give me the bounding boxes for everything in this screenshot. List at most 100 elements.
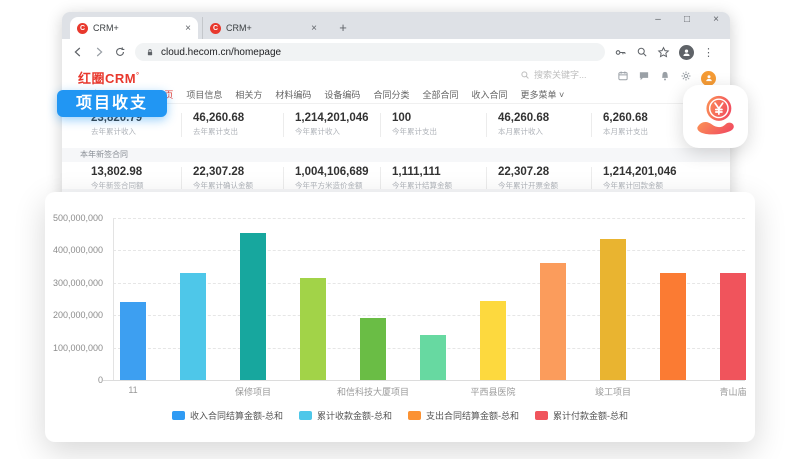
nav-item-2[interactable]: 项目信息: [186, 88, 222, 101]
legend-label: 支出合同结算金额-总和: [426, 409, 519, 422]
nav-item-3[interactable]: 相关方: [235, 88, 262, 101]
stat-divider: [591, 113, 592, 137]
gear-icon[interactable]: [680, 69, 692, 87]
bar-9[interactable]: [600, 239, 626, 380]
stat-value: 13,802.98: [91, 166, 191, 178]
legend-chip: [408, 411, 421, 420]
chart-legend: 收入合同结算金额-总和 累计收款金额-总和 支出合同结算金额-总和 累计付款金额-总和: [45, 409, 755, 422]
minimize-button[interactable]: –: [652, 14, 664, 25]
bell-icon[interactable]: [659, 69, 671, 87]
bar-5[interactable]: [360, 318, 386, 380]
bar-4[interactable]: [300, 278, 326, 380]
chrome-menu-icon[interactable]: ⋮: [703, 46, 714, 59]
tab-close-icon[interactable]: ×: [181, 23, 191, 34]
stat-divider: [181, 167, 182, 191]
screenshot-canvas: C CRM+ × C CRM+ × + – □ ×: [0, 0, 792, 459]
y-axis-tick-label: 300,000,000: [45, 278, 103, 288]
x-axis-category-label: 青山庙: [673, 385, 792, 398]
gridline: [113, 315, 745, 316]
legend-item-2[interactable]: 累计收款金额-总和: [299, 409, 392, 422]
bookmark-star-icon[interactable]: [657, 46, 670, 59]
window-controls: – □ ×: [652, 14, 722, 25]
message-icon[interactable]: [638, 69, 650, 87]
x-axis-category-label: 11: [73, 385, 193, 395]
maximize-button[interactable]: □: [681, 14, 693, 25]
stat-label: 去年累计收入: [91, 126, 191, 137]
nav-item-9[interactable]: 更多菜单 ˅: [520, 88, 564, 101]
y-axis-tick-label: 200,000,000: [45, 310, 103, 320]
x-axis-category-label: 平西县医院: [433, 385, 553, 398]
crm-nav-items: 首页项目信息相关方材料编码设备编码合同分类全部合同收入合同更多菜单 ˅: [155, 88, 564, 101]
legend-item-4[interactable]: 累计付款金额-总和: [535, 409, 628, 422]
stat-stats-row1-5: 46,260.68本月累计收入: [498, 112, 598, 137]
key-icon[interactable]: [614, 46, 627, 59]
chart-card: 0100,000,000200,000,000300,000,000400,00…: [45, 192, 755, 442]
browser-tab-1[interactable]: C CRM+ ×: [70, 17, 198, 39]
back-icon[interactable]: [72, 46, 84, 58]
stat-divider: [380, 113, 381, 137]
bar-2[interactable]: [180, 273, 206, 380]
stat-stats-row2-2: 22,307.28今年累计确认金额: [193, 166, 293, 191]
refresh-icon[interactable]: [114, 46, 126, 58]
nav-item-5[interactable]: 设备编码: [324, 88, 360, 101]
new-tab-button[interactable]: +: [334, 19, 352, 37]
stat-label: 今年累计支出: [392, 126, 492, 137]
stat-value: 1,214,201,046: [603, 166, 703, 178]
calendar-icon[interactable]: [617, 69, 629, 87]
crm-logo: 红圈CRM°: [78, 68, 139, 87]
income-expense-fab[interactable]: [683, 85, 748, 148]
bar-6[interactable]: [420, 335, 446, 380]
y-axis-tick-label: 500,000,000: [45, 213, 103, 223]
stat-label: 去年累计支出: [193, 126, 293, 137]
yuan-hand-icon: [693, 94, 739, 140]
stat-stats-row1-2: 46,260.68 去年累计支出: [193, 112, 293, 137]
gridline: [113, 250, 745, 251]
address-bar[interactable]: cloud.hecom.cn/homepage: [135, 43, 605, 61]
stat-divider: [486, 167, 487, 191]
stat-stats-row2-1: 13,802.98今年新签合同额: [91, 166, 191, 191]
gridline: [113, 283, 745, 284]
x-axis-category-label: 和信科技大厦项目: [313, 385, 433, 398]
chrome-profile-avatar[interactable]: [679, 45, 694, 60]
nav-item-8[interactable]: 收入合同: [471, 88, 507, 101]
x-axis-category-label: 竣工项目: [553, 385, 673, 398]
stat-stats-row2-6: 1,214,201,046今年累计回款金额: [603, 166, 703, 191]
tab-strip: C CRM+ × C CRM+ × + – □ ×: [62, 12, 730, 39]
bar-7[interactable]: [480, 301, 506, 380]
url-text: cloud.hecom.cn/homepage: [161, 47, 281, 58]
stat-value: 100: [392, 112, 492, 124]
legend-chip: [535, 411, 548, 420]
stat-stats-row2-5: 22,307.28今年累计开票金额: [498, 166, 598, 191]
browser-tab-2[interactable]: C CRM+ ×: [202, 17, 324, 39]
gridline: [113, 218, 745, 219]
close-button[interactable]: ×: [710, 14, 722, 25]
x-axis-line: [103, 380, 745, 381]
y-axis-tick-label: 0: [45, 375, 103, 385]
address-row: cloud.hecom.cn/homepage ⋮: [62, 39, 730, 65]
stat-divider: [283, 113, 284, 137]
stat-label: 本月累计收入: [498, 126, 598, 137]
legend-item-1[interactable]: 收入合同结算金额-总和: [172, 409, 283, 422]
tab-close-icon[interactable]: ×: [307, 23, 317, 34]
bar-3[interactable]: [240, 233, 266, 380]
section-band: 本年新签合同: [62, 148, 730, 162]
stat-value: 46,260.68: [193, 112, 293, 124]
tab-title: CRM+: [226, 23, 302, 33]
y-axis-tick-label: 100,000,000: [45, 343, 103, 353]
crm-favicon-icon: C: [77, 23, 88, 34]
bar-1[interactable]: [120, 302, 146, 380]
nav-item-7[interactable]: 全部合同: [422, 88, 458, 101]
bar-10[interactable]: [660, 273, 686, 380]
feature-badge: 项目收支: [57, 90, 167, 117]
bar-8[interactable]: [540, 263, 566, 380]
stat-stats-row1-4: 100 今年累计支出: [392, 112, 492, 137]
nav-item-6[interactable]: 合同分类: [373, 88, 409, 101]
user-avatar[interactable]: [701, 71, 716, 86]
bar-11[interactable]: [720, 273, 746, 380]
stat-divider: [181, 113, 182, 137]
search-icon: [520, 70, 530, 80]
zoom-icon[interactable]: [636, 46, 648, 58]
nav-item-4[interactable]: 材料编码: [275, 88, 311, 101]
legend-item-3[interactable]: 支出合同结算金额-总和: [408, 409, 519, 422]
forward-icon[interactable]: [93, 46, 105, 58]
